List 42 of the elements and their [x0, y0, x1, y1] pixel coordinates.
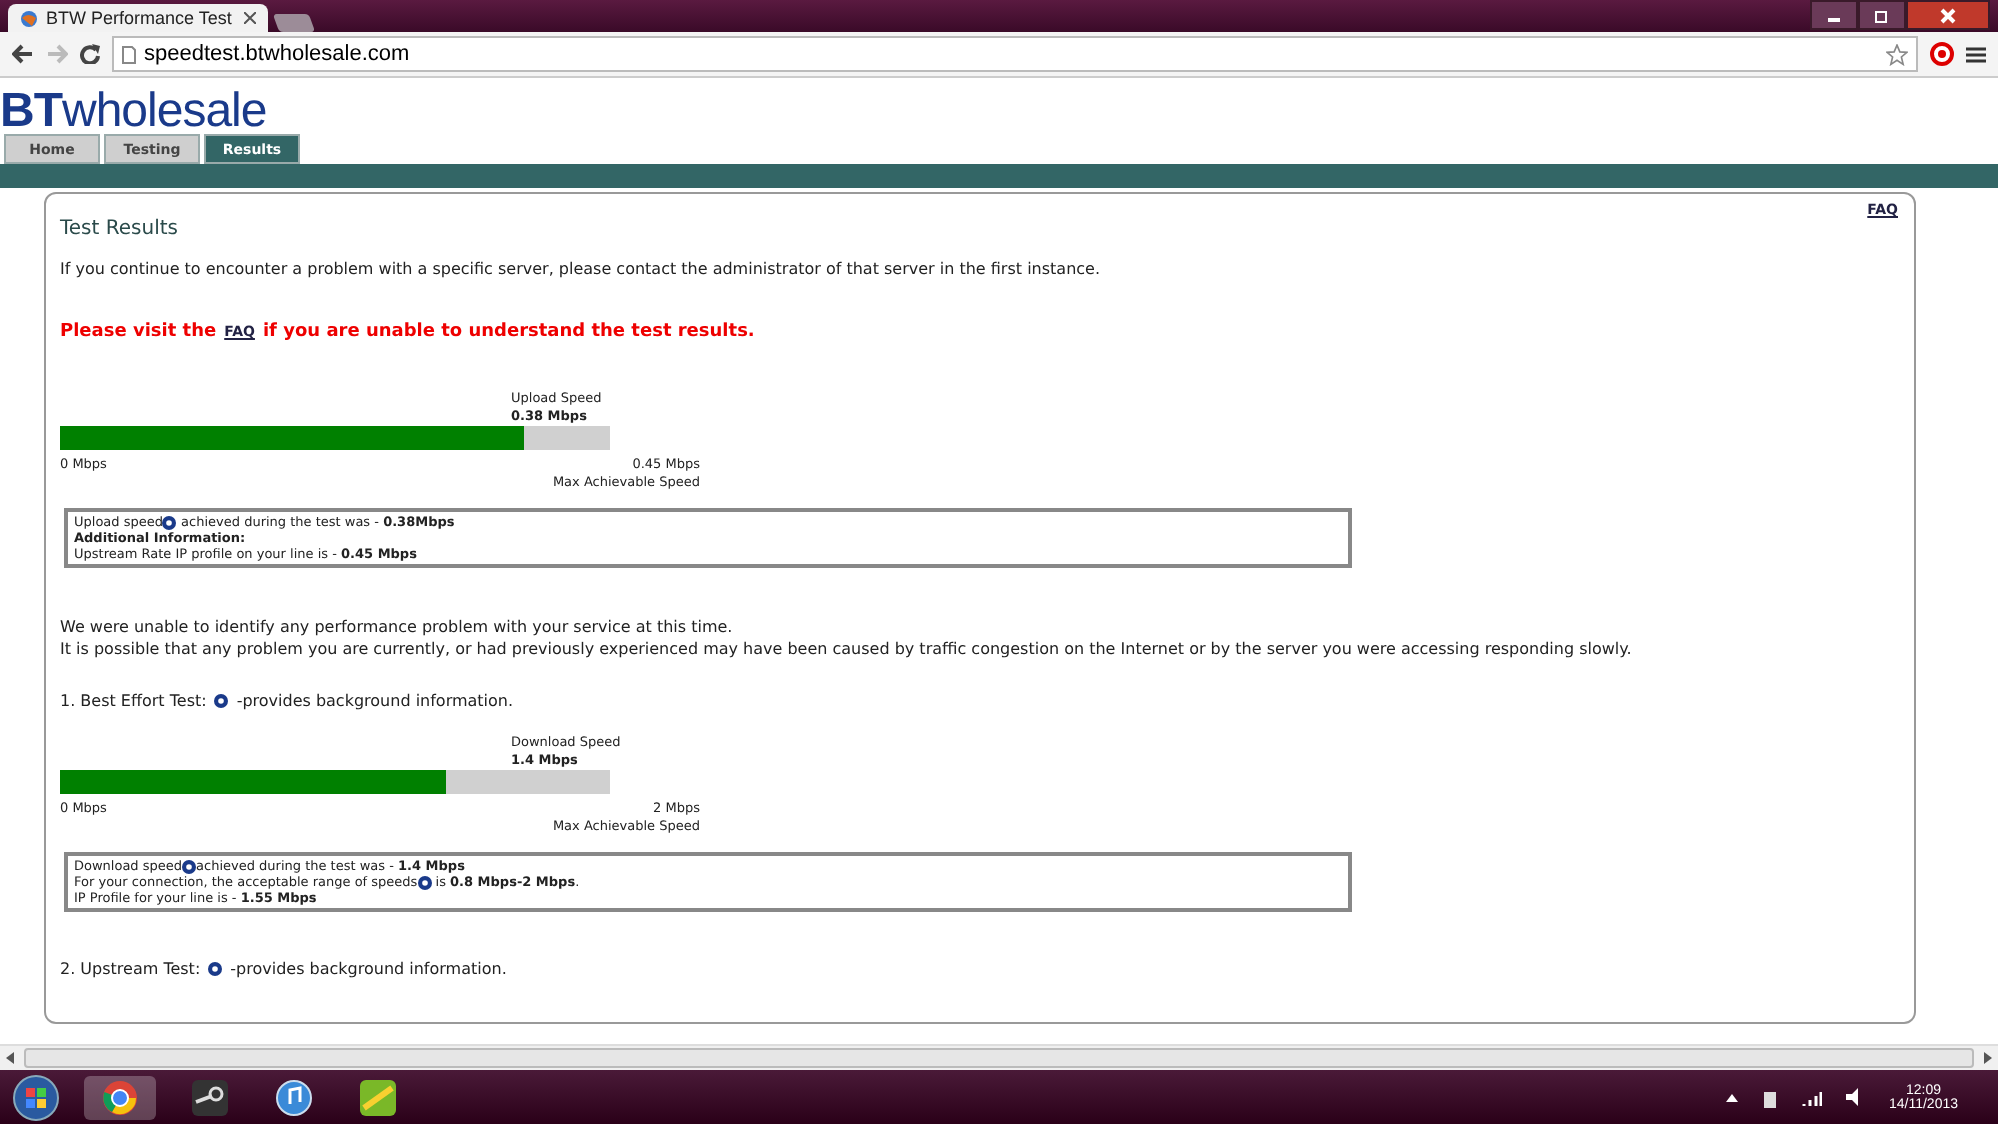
globe-icon: [20, 9, 38, 27]
logo: BTwholesale: [0, 82, 269, 134]
help-icon[interactable]: [208, 962, 223, 976]
url-text: speedtest.btwholesale.com: [144, 42, 412, 66]
test-description: -provides background information.: [230, 960, 507, 978]
help-icon[interactable]: [214, 694, 229, 708]
close-button[interactable]: [1906, 0, 1990, 30]
test-description: -provides background information.: [236, 692, 514, 710]
music-icon: [276, 1079, 312, 1115]
help-icon[interactable]: [162, 515, 177, 529]
start-button[interactable]: [12, 1073, 60, 1121]
notice-text: if you are unable to understand the test results.: [262, 322, 755, 342]
test-heading: 2. Upstream Test:: [60, 960, 201, 978]
restore-button[interactable]: [1858, 0, 1906, 30]
star-icon[interactable]: [1886, 43, 1908, 65]
browser-tab[interactable]: BTW Performance Test: [8, 4, 268, 32]
device-icon[interactable]: [1762, 1087, 1779, 1107]
restore-icon: [1874, 7, 1890, 23]
horizontal-scrollbar[interactable]: [0, 1044, 1998, 1070]
intro-text: If you continue to encounter a problem with a specific server, please contact the administrator of that server in the first instance.: [60, 260, 1102, 278]
tab-title: BTW Performance Test: [46, 8, 234, 28]
caret-icon[interactable]: [1726, 1093, 1739, 1101]
message-text: It is possible that any problem you are currently, or had previously experienced may have been caused by traffic congestion on the Internet or by the server you were accessing responding slowly.: [60, 638, 1634, 660]
message-text: We were unable to identify any performance problem with your service at this time.: [60, 616, 735, 638]
back-icon[interactable]: [12, 44, 34, 64]
browser-icon: [102, 1079, 138, 1115]
page-icon: [122, 45, 136, 63]
help-icon[interactable]: [182, 859, 197, 873]
new-tab-button[interactable]: [272, 14, 316, 32]
menu-icon[interactable]: [1966, 45, 1986, 63]
scroll-left-icon[interactable]: [6, 1052, 16, 1064]
test-heading: 1. Best Effort Test:: [60, 692, 207, 710]
close-icon: [1940, 7, 1956, 23]
help-icon[interactable]: [417, 875, 432, 889]
minimize-button[interactable]: [1810, 0, 1858, 30]
address-bar[interactable]: speedtest.btwholesale.com: [112, 36, 1918, 72]
signal-icon[interactable]: [1802, 1089, 1823, 1105]
panel-title: Test Results: [60, 218, 180, 240]
notice-text: Please visit the: [60, 322, 217, 342]
reload-icon[interactable]: [80, 44, 100, 64]
scroll-right-icon[interactable]: [1982, 1052, 1992, 1064]
close-icon[interactable]: [244, 12, 256, 24]
